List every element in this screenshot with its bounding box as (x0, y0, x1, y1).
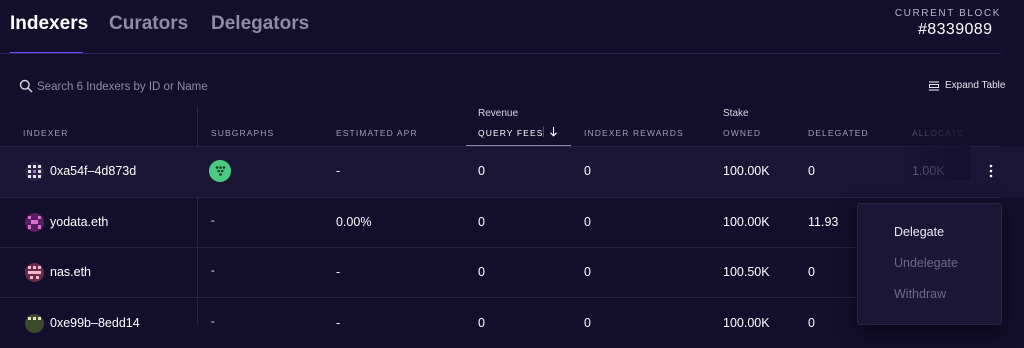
indexer-rewards-value: 0 (584, 164, 591, 178)
delegated-value: 0 (808, 164, 815, 178)
subgraph-logo-icon (209, 160, 231, 182)
owned-value: 100.50K (723, 265, 770, 279)
column-header-estimated-apr[interactable]: ESTIMATED APR (336, 128, 418, 138)
subgraphs-value: - (211, 215, 215, 227)
apr-value: 0.00% (336, 215, 372, 229)
query-fees-value: 0 (478, 265, 485, 279)
header-divider (0, 53, 1001, 54)
avatar (25, 263, 44, 282)
expand-table-label: Expand Table (945, 80, 1006, 91)
owned-value: 100.00K (723, 316, 770, 330)
column-header-owned[interactable]: OWNED (723, 128, 761, 138)
allocated-value: 1.00K (912, 164, 945, 178)
expand-table-button[interactable]: Expand Table (928, 80, 1005, 91)
query-fees-value: 0 (478, 215, 485, 229)
indexer-name[interactable]: nas.eth (50, 265, 91, 279)
sort-separator (543, 126, 544, 137)
delegated-value: 0 (808, 316, 815, 330)
search-input[interactable] (37, 78, 337, 95)
stake-group-label: Stake (723, 108, 749, 119)
column-header-indexer-rewards[interactable]: INDEXER REWARDS (584, 128, 684, 138)
indexer-rewards-value: 0 (584, 265, 591, 279)
apr-value: - (336, 316, 341, 330)
column-header-query-fees[interactable]: QUERY FEES (478, 128, 543, 138)
search-icon (19, 79, 33, 93)
owned-value: 100.00K (723, 164, 770, 178)
column-header-subgraphs[interactable]: SUBGRAPHS (211, 128, 274, 138)
menu-item-withdraw[interactable]: Withdraw (894, 287, 946, 301)
column-header-delegated[interactable]: DELEGATED (808, 128, 869, 138)
query-fees-value: 0 (478, 316, 485, 330)
delegated-value: 11.93 (808, 215, 839, 229)
column-header-indexer[interactable]: INDEXER (23, 128, 69, 138)
avatar (25, 314, 44, 333)
menu-item-delegate[interactable]: Delegate (894, 225, 944, 239)
owned-value: 100.00K (723, 215, 770, 229)
indexer-name[interactable]: 0xe99b–8edd14 (50, 316, 140, 330)
query-fees-value: 0 (478, 164, 485, 178)
tab-curators[interactable]: Curators (109, 13, 188, 35)
column-header-allocated[interactable]: ALLOCATE (912, 128, 965, 138)
subgraphs-value: - (211, 265, 215, 277)
current-block-label: CURRENT BLOCK (894, 8, 1001, 19)
menu-item-undelegate[interactable]: Undelegate (894, 256, 958, 270)
tab-indexers[interactable]: Indexers (10, 13, 88, 35)
arrow-down-icon[interactable] (549, 126, 558, 137)
avatar (25, 162, 44, 181)
avatar (25, 213, 44, 232)
delegated-value: 0 (808, 265, 815, 279)
subgraphs-value: - (211, 316, 215, 328)
apr-value: - (336, 265, 341, 279)
indexer-name[interactable]: 0xa54f–4d873d (50, 164, 136, 178)
indexer-rewards-value: 0 (584, 316, 591, 330)
expand-icon (929, 80, 939, 91)
table-row[interactable] (0, 147, 1024, 197)
tab-delegators[interactable]: Delegators (211, 13, 309, 35)
apr-value: - (336, 164, 341, 178)
row-actions-menu: Delegate Undelegate Withdraw (857, 203, 1002, 325)
revenue-group-label: Revenue (478, 108, 519, 119)
indexer-name[interactable]: yodata.eth (50, 215, 108, 229)
current-block-value: #8339089 (918, 21, 993, 38)
more-options-icon[interactable] (985, 162, 997, 180)
indexer-rewards-value: 0 (584, 215, 591, 229)
